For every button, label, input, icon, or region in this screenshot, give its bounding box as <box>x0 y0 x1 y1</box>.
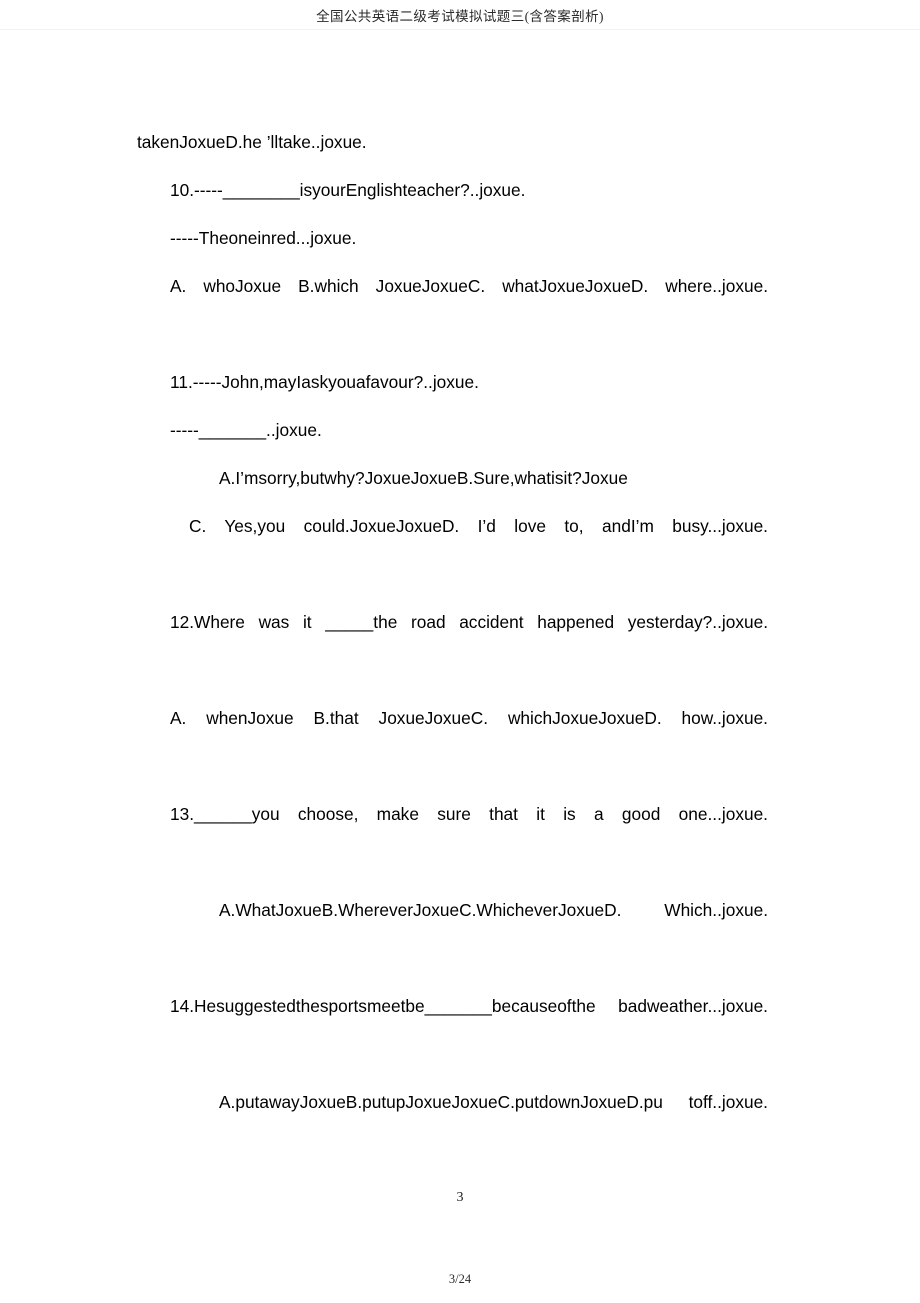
paragraph-question-10-answer-line: -----Theoneinred...joxue. <box>170 228 357 248</box>
header-divider <box>0 29 920 30</box>
paragraph-question-11-answer-line: -----_______..joxue. <box>170 420 322 440</box>
paragraph-question-12-stem: 12.Where was it _____the road accident h… <box>170 612 768 632</box>
paragraph-question-12-options: A. whenJoxue B.that JoxueJoxueC. whichJo… <box>170 708 768 728</box>
paragraph-question-11-options-cd: C. Yes,you could.JoxueJoxueD. I’d love t… <box>189 516 768 536</box>
paragraph-question-11-stem: 11.-----John,mayIaskyouafavour?..joxue. <box>170 372 479 392</box>
page-number: 3 <box>456 1190 464 1205</box>
paragraph-question-14-options: A.putawayJoxueB.putupJoxueJoxueC.putdown… <box>219 1092 768 1112</box>
paragraph-question-13-stem: 13.______you choose, make sure that it i… <box>170 804 768 824</box>
paragraph-question-11-options-ab: A.I’msorry,butwhy?JoxueJoxueB.Sure,whati… <box>219 468 628 488</box>
document-body: takenJoxueD.he ’lltake..joxue. 10.-----_… <box>137 118 768 1174</box>
document-header: 全国公共英语二级考试模拟试题三(含答案剖析) <box>0 0 920 30</box>
paragraph-question-13-options: A.WhatJoxueB.WhereverJoxueC.WhicheverJox… <box>219 900 768 920</box>
paragraph-continuation-line: takenJoxueD.he ’lltake..joxue. <box>137 132 367 152</box>
paragraph-question-14-stem: 14.Hesuggestedthesportsmeetbe_______beca… <box>170 996 768 1016</box>
document-title: 全国公共英语二级考试模拟试题三(含答案剖析) <box>316 9 604 24</box>
paragraph-question-10-stem: 10.-----________isyourEnglishteacher?..j… <box>170 180 526 200</box>
page-fraction-indicator: 3/24 <box>448 1272 472 1286</box>
paragraph-question-10-options: A. whoJoxue B.which JoxueJoxueC. whatJox… <box>170 276 768 296</box>
